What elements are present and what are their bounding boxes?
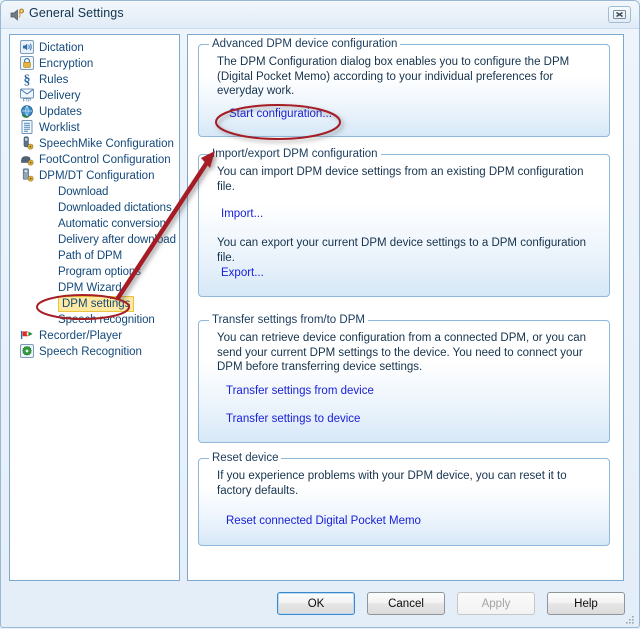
sidebar-item-recorder-player[interactable]: Recorder/Player [16,328,177,344]
sidebar-item-label: Automatic conversion [58,218,166,230]
sidebar-item-label: Delivery [39,90,81,102]
resize-grip-icon[interactable] [625,614,635,624]
group-title: Reset device [209,452,282,464]
sidebar-item-label: Download [58,186,109,198]
green-gear-icon [20,344,34,358]
sidebar-item-speech-recognition[interactable]: Speech Recognition [16,344,177,360]
settings-tree-panel[interactable]: Dictation Encryption § Rules FTP Deliver… [9,34,180,581]
reset-connected-dpm-link[interactable]: Reset connected Digital Pocket Memo [226,515,421,527]
lock-icon [20,56,34,70]
group-description: The DPM Configuration dialog box enables… [217,56,570,97]
svg-text:§: § [24,73,31,86]
speaker-settings-icon [9,7,25,23]
sidebar-item-label: DPM/DT Configuration [39,170,155,182]
sidebar-item-dpm-wizard[interactable]: DPM Wizard [16,280,177,296]
group-reset-device: Reset device If you experience problems … [198,452,610,546]
settings-tree: Dictation Encryption § Rules FTP Deliver… [16,40,177,360]
dpm-settings-content-panel: Advanced DPM device configuration The DP… [187,34,624,581]
globe-refresh-icon [20,104,34,118]
sidebar-item-rules[interactable]: § Rules [16,72,177,88]
group-title: Advanced DPM device configuration [209,38,401,50]
sidebar-item-label: Delivery after download [58,234,176,246]
sidebar-item-delivery[interactable]: FTP Delivery [16,88,177,104]
sidebar-item-footcontrol-configuration[interactable]: FootControl Configuration [16,152,177,168]
sidebar-item-automatic-conversion[interactable]: Automatic conversion [16,216,177,232]
start-configuration-link[interactable]: Start configuration... [229,108,332,120]
apply-button: Apply [457,592,535,615]
ftp-envelope-icon: FTP [20,88,34,103]
sidebar-item-downloaded-dictations[interactable]: Downloaded dictations [16,200,177,216]
sidebar-item-label: Speech Recognition [39,346,142,358]
sidebar-item-label: Encryption [39,58,94,70]
export-link[interactable]: Export... [221,267,264,279]
sidebar-item-worklist[interactable]: Worklist [16,120,177,136]
sidebar-item-label: Rules [39,74,69,86]
dictation-icon [20,40,34,54]
sidebar-item-label: Dictation [39,42,84,54]
list-icon [20,120,34,134]
sidebar-item-delivery-after-download[interactable]: Delivery after download [16,232,177,248]
sidebar-item-encryption[interactable]: Encryption [16,56,177,72]
speechmike-icon [20,136,34,150]
sidebar-item-program-options[interactable]: Program options [16,264,177,280]
sidebar-item-label: FootControl Configuration [39,154,171,166]
group-title: Import/export DPM configuration [209,148,381,160]
sidebar-item-label: DPM Wizard [58,282,122,294]
cancel-button[interactable]: Cancel [367,592,445,615]
group-description-import: You can import DPM device settings from … [217,166,584,193]
svg-text:FTP: FTP [23,98,32,102]
transfer-settings-from-device-link[interactable]: Transfer settings from device [226,385,374,397]
sidebar-item-label: Program options [58,266,141,278]
sidebar-item-label: Updates [39,106,82,118]
footcontrol-icon [20,152,34,166]
sidebar-item-label: Worklist [39,122,80,134]
title-bar: General Settings [1,1,639,29]
sidebar-item-download[interactable]: Download [16,184,177,200]
sidebar-item-dpm-dt-configuration[interactable]: DPM/DT Configuration [16,168,177,184]
import-link[interactable]: Import... [221,208,263,220]
group-transfer-settings: Transfer settings from/to DPM You can re… [198,314,610,443]
sidebar-item-speech-recognition-sub[interactable]: Speech recognition [16,312,177,328]
transfer-settings-to-device-link[interactable]: Transfer settings to device [226,413,360,425]
sidebar-item-label: Recorder/Player [39,330,123,342]
sidebar-item-label: Speech recognition [58,314,155,326]
sidebar-item-dictation[interactable]: Dictation [16,40,177,56]
group-description: If you experience problems with your DPM… [217,470,567,497]
sidebar-item-label: Downloaded dictations [58,202,172,214]
sidebar-item-dpm-settings[interactable]: DPM settings [16,296,177,312]
play-flag-icon [20,328,34,342]
sidebar-item-label: Path of DPM [58,250,123,262]
section-sign-icon: § [20,72,34,88]
dpm-device-icon [20,168,34,182]
sidebar-item-path-of-dpm[interactable]: Path of DPM [16,248,177,264]
group-import-export-dpm-configuration: Import/export DPM configuration You can … [198,148,610,297]
group-description-export: You can export your current DPM device s… [217,237,587,264]
ok-button[interactable]: OK [277,592,355,615]
window-title: General Settings [29,6,124,20]
group-title: Transfer settings from/to DPM [209,314,368,326]
general-settings-window: General Settings Dictation Encryption § … [0,0,640,628]
sidebar-item-label: SpeechMike Configuration [39,138,174,150]
group-advanced-dpm-device-configuration: Advanced DPM device configuration The DP… [198,38,610,137]
sidebar-item-updates[interactable]: Updates [16,104,177,120]
close-icon [613,10,626,19]
group-description: You can retrieve device configuration fr… [217,332,587,373]
close-button[interactable] [608,6,631,23]
sidebar-item-label-highlighted: DPM settings [58,296,135,312]
sidebar-item-speechmike-configuration[interactable]: SpeechMike Configuration [16,136,177,152]
help-button[interactable]: Help [547,592,625,615]
